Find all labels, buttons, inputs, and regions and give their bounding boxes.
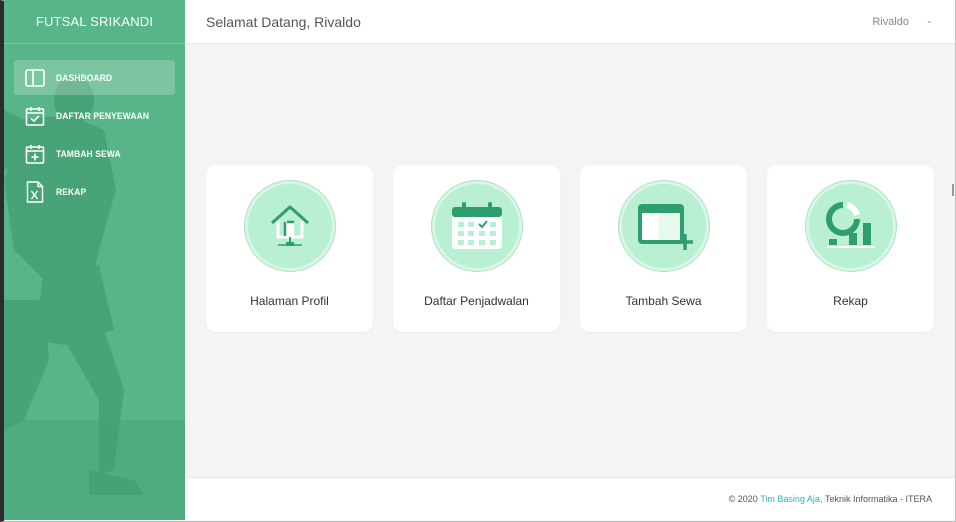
card-label: Rekap [833,294,868,308]
dashboard-main: Halaman Profil Daftar Penjadwalan Tambah… [185,44,955,477]
sidebar-item-dashboard[interactable]: DASHBOARD [14,60,175,95]
footer-institution: Teknik Informatika - ITERA [824,494,932,504]
sidebar-nav: DASHBOARD DAFTAR PENYEWAAN TAMBAH SEWA R… [4,44,185,209]
sidebar-item-daftar-penyewaan[interactable]: DAFTAR PENYEWAAN [14,98,175,133]
sidebar-item-label: REKAP [56,186,87,197]
footer-team-link[interactable]: Tim Basing Aja, [760,494,822,504]
chart-icon [825,202,875,248]
sidebar: FUTSAL SRIKANDI DASHBOARD DAFTAR PENYEWA… [4,0,185,520]
card-tambah-sewa[interactable]: Tambah Sewa [580,165,747,332]
card-daftar-penjadwalan[interactable]: Daftar Penjadwalan [393,165,560,332]
sidebar-item-tambah-sewa[interactable]: TAMBAH SEWA [14,136,175,171]
brand-title[interactable]: FUTSAL SRIKANDI [4,0,185,44]
sidebar-item-rekap[interactable]: REKAP [14,174,175,209]
card-halaman-profil[interactable]: Halaman Profil [206,165,373,332]
sidebar-item-label: DAFTAR PENYEWAAN [56,110,150,121]
calendar-plus-icon [24,143,46,165]
sidebar-item-label: DASHBOARD [56,72,113,83]
card-icon-circle [243,180,336,272]
footer: © 2020 Tim Basing Aja, Teknik Informatik… [185,477,955,520]
scroll-indicator [952,184,954,196]
card-label: Tambah Sewa [625,294,702,308]
card-label: Daftar Penjadwalan [424,294,529,308]
card-icon-circle [430,180,523,272]
user-menu[interactable]: Rivaldo [872,16,909,28]
calendar-icon [451,202,502,249]
home-icon [270,205,309,246]
footer-copyright: © 2020 [728,494,758,504]
layout-icon [24,67,46,89]
excel-file-icon [24,180,46,203]
card-icon-circle [617,180,710,272]
page-title: Selamat Datang, Rivaldo [206,13,361,30]
calendar-check-icon [24,105,46,127]
sidebar-item-label: TAMBAH SEWA [56,148,121,159]
user-menu-caret[interactable]: - [927,16,931,28]
card-icon-circle [804,180,897,272]
card-label: Halaman Profil [250,294,329,308]
card-rekap[interactable]: Rekap [767,165,934,332]
top-bar: Selamat Datang, Rivaldo Rivaldo - [185,0,955,44]
window-add-icon [637,204,693,250]
